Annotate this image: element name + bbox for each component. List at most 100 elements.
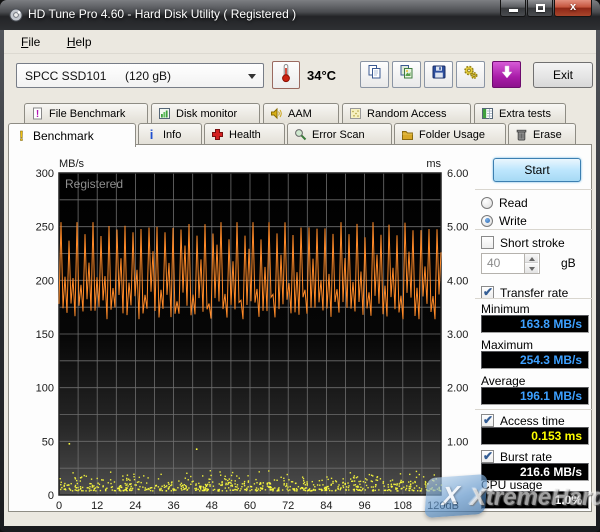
- app-window: HD Tune Pro 4.60 - Hard Disk Utility ( R…: [0, 0, 600, 532]
- svg-text:250: 250: [36, 222, 54, 234]
- close-icon: x: [570, 1, 576, 13]
- check-icon: ✔: [483, 413, 493, 427]
- tab-random-access[interactable]: Random Access: [342, 103, 471, 123]
- tab-benchmark[interactable]: ! Benchmark: [8, 123, 136, 147]
- read-radio[interactable]: [481, 197, 493, 209]
- tab-label: File Benchmark: [49, 108, 125, 120]
- tab-label: Health: [229, 129, 261, 141]
- access-time-value: 0.153 ms: [481, 427, 589, 445]
- window-title: HD Tune Pro 4.60 - Hard Disk Utility ( R…: [28, 7, 296, 21]
- short-stroke-label: Short stroke: [500, 236, 565, 250]
- menu-file[interactable]: File: [16, 34, 45, 50]
- svg-text:0: 0: [48, 490, 54, 502]
- svg-text:96: 96: [358, 500, 370, 509]
- check-icon: ✔: [483, 449, 493, 463]
- tab-info[interactable]: i Info: [138, 123, 202, 145]
- write-label: Write: [499, 214, 527, 228]
- drive-selector[interactable]: SPCC SSD101 (120 gB): [16, 63, 264, 88]
- separator: [475, 229, 593, 230]
- tab-aam[interactable]: AAM: [263, 103, 339, 123]
- temperature-value: 34°C: [307, 68, 336, 83]
- download-arrow-icon: [499, 64, 515, 85]
- burst-rate-checkbox[interactable]: ✔: [481, 450, 494, 463]
- save-button[interactable]: [424, 61, 453, 88]
- file-benchmark-icon: !: [31, 107, 44, 120]
- cpu-usage-label: CPU usage: [481, 478, 542, 492]
- svg-text:2.00: 2.00: [447, 383, 468, 395]
- update-download-button[interactable]: [492, 61, 521, 88]
- gear-icon: [463, 64, 479, 85]
- svg-text:MB/s: MB/s: [59, 158, 85, 170]
- short-stroke-value[interactable]: 40: [481, 253, 525, 274]
- svg-text:100: 100: [36, 383, 54, 395]
- tab-erase[interactable]: Erase: [508, 123, 576, 145]
- svg-text:5.00: 5.00: [447, 222, 468, 234]
- spin-up-button[interactable]: [525, 254, 538, 263]
- burst-rate-label: Burst rate: [500, 450, 552, 464]
- thermometer-icon: [278, 63, 294, 88]
- tab-extra-tests[interactable]: Extra tests: [474, 103, 566, 123]
- copy-icon: [367, 64, 383, 85]
- svg-text:ms: ms: [426, 158, 441, 170]
- disk-monitor-icon: [158, 107, 171, 120]
- copy-image-icon: [399, 64, 415, 85]
- drive-name: SPCC SSD101: [25, 69, 106, 83]
- svg-text:36: 36: [167, 500, 179, 509]
- write-radio[interactable]: [481, 215, 493, 227]
- maximum-value: 254.3 MB/s: [481, 351, 589, 369]
- options-button[interactable]: [456, 61, 485, 88]
- title-bar: HD Tune Pro 4.60 - Hard Disk Utility ( R…: [0, 0, 600, 30]
- start-button[interactable]: Start: [493, 158, 581, 182]
- minimize-button[interactable]: [500, 0, 526, 17]
- radio-dot-icon: [485, 218, 490, 223]
- tab-health[interactable]: Health: [204, 123, 285, 145]
- tab-folder-usage[interactable]: Folder Usage: [394, 123, 506, 145]
- maximize-button[interactable]: [527, 0, 553, 17]
- info-icon: i: [145, 128, 158, 141]
- access-time-checkbox[interactable]: ✔: [481, 414, 494, 427]
- svg-text:0: 0: [56, 500, 62, 509]
- access-time-label: Access time: [500, 414, 565, 428]
- close-button[interactable]: x: [554, 0, 592, 17]
- cpu-usage-value: 1.0%: [481, 491, 589, 509]
- svg-text:!: !: [36, 109, 39, 120]
- tab-label: Folder Usage: [419, 129, 485, 141]
- magnifier-icon: [294, 128, 307, 141]
- svg-text:i: i: [150, 128, 154, 141]
- spin-down-button[interactable]: [525, 264, 538, 273]
- tab-label: Disk monitor: [176, 108, 237, 120]
- separator: [475, 409, 593, 410]
- minimum-label: Minimum: [481, 302, 530, 316]
- benchmark-icon: !: [15, 129, 28, 143]
- maximize-icon: [536, 4, 545, 12]
- svg-text:300: 300: [36, 168, 54, 180]
- svg-text:12: 12: [91, 500, 103, 509]
- tab-label: Random Access: [367, 108, 446, 120]
- tab-file-benchmark[interactable]: ! File Benchmark: [24, 103, 148, 123]
- benchmark-controls: Start Read Write ✔ Short stroke 40: [473, 145, 595, 513]
- svg-text:4.00: 4.00: [447, 275, 468, 287]
- tab-disk-monitor[interactable]: Disk monitor: [151, 103, 260, 123]
- svg-text:150: 150: [36, 329, 54, 341]
- tab-label: Extra tests: [499, 108, 551, 120]
- exit-button[interactable]: Exit: [533, 62, 593, 88]
- svg-text:1.00: 1.00: [447, 436, 468, 448]
- separator: [475, 298, 593, 299]
- tab-error-scan[interactable]: Error Scan: [287, 123, 392, 145]
- random-access-icon: [349, 107, 362, 120]
- svg-text:50: 50: [42, 436, 54, 448]
- minimize-icon: [509, 9, 518, 12]
- temperature-button[interactable]: [272, 61, 300, 89]
- svg-text:6.00: 6.00: [447, 168, 468, 180]
- short-stroke-checkbox[interactable]: ✔: [481, 236, 494, 249]
- copy-button[interactable]: [360, 61, 389, 88]
- maximum-label: Maximum: [481, 338, 533, 352]
- average-value: 196.1 MB/s: [481, 387, 589, 405]
- svg-text:120gB: 120gB: [427, 500, 459, 509]
- folder-icon: [401, 128, 414, 141]
- svg-text:108: 108: [394, 500, 412, 509]
- svg-text:72: 72: [282, 500, 294, 509]
- copy-screenshot-button[interactable]: [392, 61, 421, 88]
- menu-help[interactable]: Help: [62, 34, 97, 50]
- chevron-down-icon: [248, 74, 256, 79]
